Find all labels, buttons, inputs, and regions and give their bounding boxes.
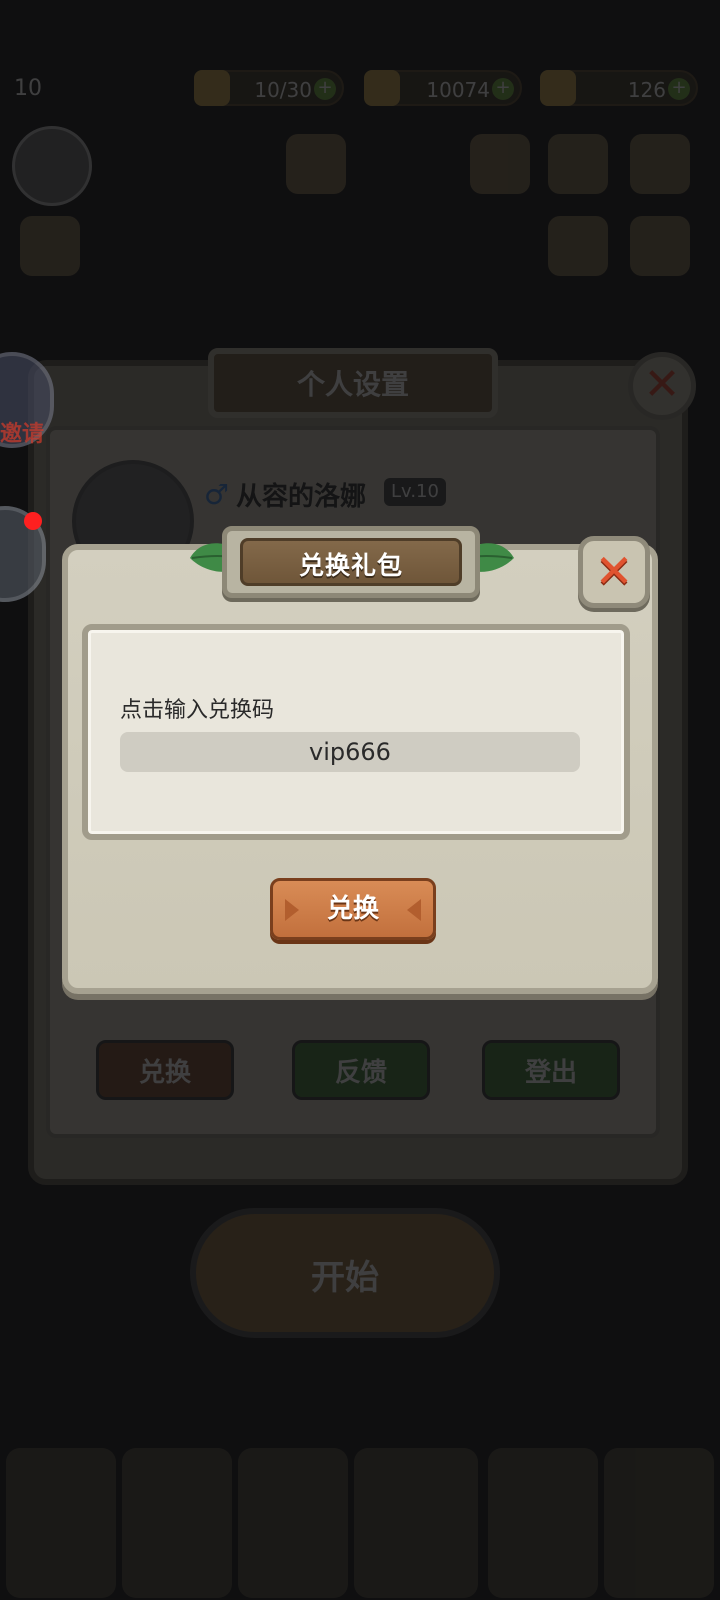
stamina-icon <box>194 70 230 106</box>
nav-item-2 <box>122 1448 232 1598</box>
nav-item-5 <box>488 1448 598 1598</box>
gem-resource: 126 + <box>540 70 698 106</box>
male-icon: ♂ <box>204 478 230 511</box>
gem-icon <box>540 70 576 106</box>
add-gem-icon: + <box>668 78 690 100</box>
invite-label: 邀请 <box>0 422 45 447</box>
nav-item-6 <box>604 1448 714 1598</box>
shop-icon <box>630 134 690 194</box>
rank-icon <box>548 134 608 194</box>
mail-icon <box>630 216 690 276</box>
redeem-button-label: 兑换 <box>326 894 379 924</box>
task-icon <box>470 134 530 194</box>
trophy-icon <box>286 134 346 194</box>
settings-logout-button: 登出 <box>482 1040 620 1100</box>
add-gold-icon: + <box>492 78 514 100</box>
close-button[interactable]: ✕ <box>578 536 650 608</box>
user-level-badge: Lv.10 <box>384 478 446 506</box>
gold-resource: 10074 + <box>364 70 522 106</box>
close-icon: ✕ <box>594 544 634 598</box>
settings-feedback-button: 反馈 <box>292 1040 430 1100</box>
notification-dot <box>24 512 42 530</box>
profile-avatar <box>12 126 92 206</box>
gold-value: 10074 <box>426 78 490 102</box>
nav-item-1 <box>6 1448 116 1598</box>
user-name: 从容的洛娜 <box>236 482 367 512</box>
nav-item-fight <box>354 1448 478 1598</box>
start-label: 开始 <box>311 1258 379 1298</box>
dialog-title: 兑换礼包 <box>298 551 403 580</box>
event-icon <box>20 216 80 276</box>
settings-redeem-button: 兑换 <box>96 1040 234 1100</box>
stamina-value: 10/30 <box>254 78 312 102</box>
close-icon: ✕ <box>643 359 681 410</box>
settings-close-button: ✕ <box>628 352 696 420</box>
gem-value: 126 <box>627 78 666 102</box>
resource-bar: 10/30 + 10074 + 126 + <box>0 70 720 108</box>
gift-icon <box>548 216 608 276</box>
redeem-button[interactable]: 兑换 <box>270 878 436 940</box>
stamina-resource: 10/30 + <box>194 70 344 106</box>
add-stamina-icon: + <box>314 78 336 100</box>
redeem-code-input[interactable] <box>120 732 580 772</box>
gold-icon <box>364 70 400 106</box>
nav-item-3 <box>238 1448 348 1598</box>
settings-title: 个人设置 <box>296 368 409 401</box>
code-prompt-label: 点击输入兑换码 <box>120 698 275 723</box>
